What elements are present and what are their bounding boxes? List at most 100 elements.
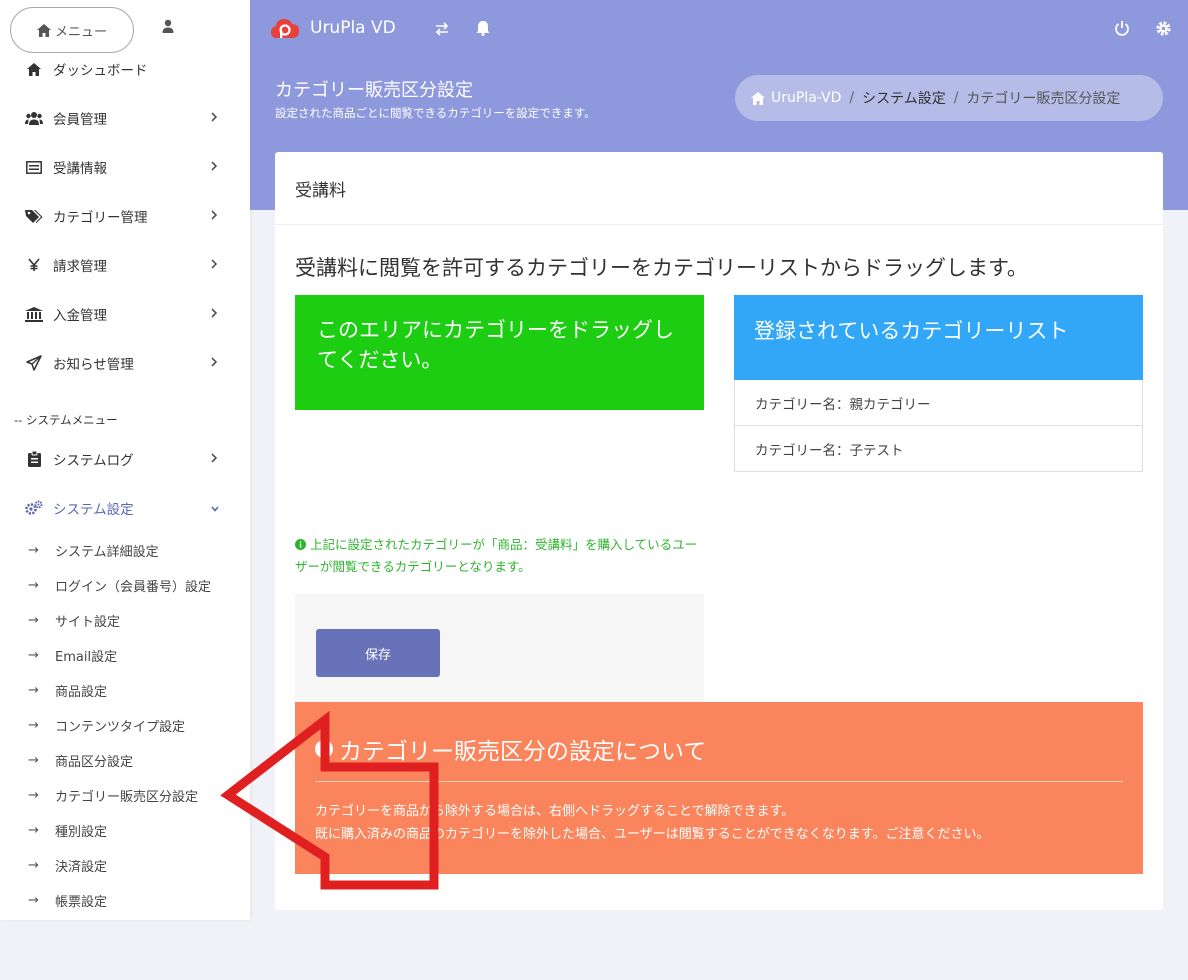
chevron-right-icon — [211, 357, 218, 367]
info-title: カテゴリー販売区分の設定について — [315, 732, 706, 766]
chevron-right-icon — [211, 259, 218, 269]
breadcrumb: UruPla-VD / システム設定 / カテゴリー販売区分設定 — [735, 75, 1163, 121]
arrow-right-icon: → — [28, 682, 39, 698]
breadcrumb-home[interactable]: UruPla-VD — [771, 90, 841, 106]
home-icon — [751, 91, 765, 105]
card-title: 受講料 — [295, 181, 346, 201]
breadcrumb-current: カテゴリー販売区分設定 — [966, 91, 1121, 107]
sidebar-item-label: ダッシュボード — [53, 63, 148, 79]
user-icon[interactable] — [160, 18, 176, 34]
category-list-item[interactable]: カテゴリー名：親カテゴリー — [734, 380, 1143, 426]
chevron-right-icon — [211, 210, 218, 220]
info-note-text: 上記に設定されたカテゴリーが「商品：受講料」を購入しているユーザーが閲覧できるカ… — [295, 537, 698, 574]
sub-item-settlement[interactable]: → 決済設定 — [28, 850, 107, 880]
arrow-right-icon: → — [28, 577, 39, 593]
sub-item-product[interactable]: → 商品設定 — [28, 675, 107, 705]
arrow-right-icon: → — [28, 822, 39, 838]
sidebar-item-system-settings[interactable]: システム設定 — [0, 488, 250, 528]
category-drop-area[interactable]: このエリアにカテゴリーをドラッグしてください。 — [295, 295, 704, 410]
info-circle-icon — [315, 740, 333, 758]
tags-icon — [25, 210, 43, 223]
brand[interactable]: UruPla VD — [270, 16, 396, 40]
divider — [275, 224, 1163, 225]
system-menu-heading: -- システムメニュー — [14, 413, 118, 427]
chevron-right-icon — [211, 161, 218, 171]
instruction-text: 受講料に閲覧を許可するカテゴリーをカテゴリーリストからドラッグします。 — [295, 256, 1028, 280]
cogs-icon — [25, 500, 43, 515]
sub-item-product-class[interactable]: → 商品区分設定 — [28, 745, 133, 775]
arrow-right-icon: → — [28, 892, 39, 908]
sidebar-item-label: 会員管理 — [53, 112, 107, 128]
category-list-heading: 登録されているカテゴリーリスト — [734, 295, 1143, 380]
sub-item-kind[interactable]: → 種別設定 — [28, 815, 107, 845]
chevron-right-icon — [211, 112, 218, 122]
chevron-down-icon — [211, 506, 219, 512]
sidebar-item-news[interactable]: お知らせ管理 — [0, 343, 250, 383]
chevron-right-icon — [211, 308, 218, 318]
info-text-2: 既に購入済みの商品のカテゴリーを除外した場合、ユーザーは閲覧することができなくな… — [315, 827, 990, 842]
chevron-right-icon — [211, 453, 218, 463]
breadcrumb-separator: / — [953, 90, 959, 106]
sidebar-item-dashboard[interactable]: ダッシュボード — [0, 49, 250, 89]
sidebar-item-label: システムログ — [53, 453, 134, 469]
arrow-right-icon: → — [28, 752, 39, 768]
menu-button[interactable]: メニュー — [10, 7, 134, 53]
users-icon — [25, 112, 43, 125]
sub-item-category-sales[interactable]: → カテゴリー販売区分設定 — [28, 780, 198, 810]
arrow-right-icon: → — [28, 542, 39, 558]
cloud-logo-icon — [271, 19, 299, 38]
info-text-1: カテゴリーを商品から除外する場合は、右側へドラッグすることで解除できます。 — [315, 804, 795, 819]
save-button[interactable]: 保存 — [316, 629, 440, 677]
brand-name: UruPla VD — [310, 18, 396, 38]
bank-icon — [25, 306, 43, 322]
top-bar: UruPla VD — [250, 0, 1188, 60]
gear-icon[interactable] — [1155, 20, 1172, 37]
divider — [315, 781, 1123, 782]
breadcrumb-separator: / — [849, 90, 855, 106]
arrow-right-icon: → — [28, 647, 39, 663]
sidebar-item-billing[interactable]: 請求管理 — [0, 245, 250, 285]
sidebar-item-label: 請求管理 — [53, 259, 107, 275]
save-area: 保存 — [295, 594, 704, 702]
sub-item-system-detail[interactable]: → システム詳細設定 — [28, 535, 159, 565]
category-list-item[interactable]: カテゴリー名：子テスト — [734, 426, 1143, 472]
arrow-right-icon: → — [28, 717, 39, 733]
sidebar-item-categories[interactable]: カテゴリー管理 — [0, 196, 250, 236]
yen-icon — [28, 258, 40, 271]
page-title: カテゴリー販売区分設定 — [275, 80, 473, 101]
info-circle-icon — [295, 539, 306, 550]
breadcrumb-system-settings[interactable]: システム設定 — [862, 88, 946, 108]
arrow-right-icon: → — [28, 612, 39, 628]
sidebar-item-payments[interactable]: 入金管理 — [0, 294, 250, 334]
page-subtitle: 設定された商品ごとに閲覧できるカテゴリーを設定できます。 — [275, 106, 596, 120]
sub-item-forms[interactable]: → 帳票設定 — [28, 885, 107, 915]
sidebar-item-system-log[interactable]: システムログ — [0, 439, 250, 479]
power-icon[interactable] — [1114, 20, 1130, 36]
sidebar-item-label: 入金管理 — [53, 308, 107, 324]
swap-icon[interactable] — [434, 21, 450, 37]
settings-card: 受講料 受講料に閲覧を許可するカテゴリーをカテゴリーリストからドラッグします。 … — [275, 152, 1163, 910]
sidebar-item-label: 受講情報 — [53, 161, 107, 177]
sidebar: メニュー ダッシュボード 会員管理 受講情報 カテゴリー管理 請求管理 入金管理… — [0, 0, 250, 920]
sub-item-email[interactable]: → Email設定 — [28, 640, 117, 670]
sidebar-item-label: カテゴリー管理 — [53, 210, 148, 226]
sub-item-site[interactable]: → サイト設定 — [28, 605, 120, 635]
list-icon — [26, 160, 42, 174]
sub-item-login[interactable]: → ログイン（会員番号）設定 — [28, 570, 211, 600]
sub-item-content-type[interactable]: → コンテンツタイプ設定 — [28, 710, 185, 740]
menu-label: メニュー — [54, 24, 107, 40]
send-icon — [26, 355, 42, 371]
sidebar-item-label: お知らせ管理 — [53, 357, 134, 373]
clipboard-icon — [27, 451, 41, 467]
arrow-right-icon: → — [28, 857, 39, 873]
sidebar-item-members[interactable]: 会員管理 — [0, 98, 250, 138]
info-panel: カテゴリー販売区分の設定について カテゴリーを商品から除外する場合は、右側へドラ… — [295, 702, 1143, 874]
info-note: 上記に設定されたカテゴリーが「商品：受講料」を購入しているユーザーが閲覧できるカ… — [295, 534, 705, 578]
bell-icon[interactable] — [476, 20, 490, 36]
info-title-text: カテゴリー販売区分の設定について — [339, 739, 707, 765]
sidebar-item-courses[interactable]: 受講情報 — [0, 147, 250, 187]
home-icon — [36, 23, 51, 37]
home-icon — [27, 62, 41, 76]
sidebar-item-label: システム設定 — [53, 502, 134, 518]
arrow-right-icon: → — [28, 787, 39, 803]
